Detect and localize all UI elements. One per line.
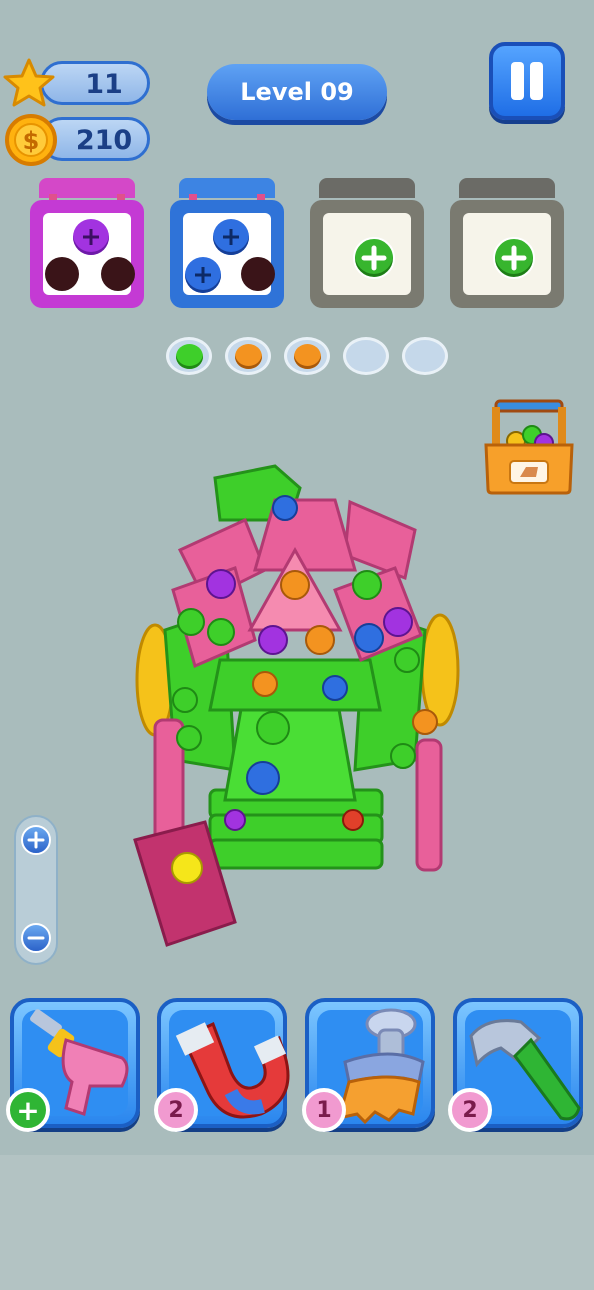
screw-box-blue bbox=[170, 174, 284, 310]
tray-slot-empty bbox=[343, 337, 389, 375]
screw-green bbox=[176, 344, 203, 369]
screw-puzzle-object[interactable] bbox=[125, 460, 465, 950]
add-box-icon[interactable] bbox=[493, 237, 535, 279]
screw-blue[interactable] bbox=[213, 219, 249, 255]
tray-slot bbox=[284, 337, 330, 375]
empty-hole bbox=[45, 257, 79, 291]
tray-slot-empty bbox=[402, 337, 448, 375]
empty-hole bbox=[241, 257, 275, 291]
screw-purple[interactable] bbox=[73, 219, 109, 255]
magnet-count-badge: 2 bbox=[154, 1088, 198, 1132]
screw-orange bbox=[294, 344, 321, 369]
pause-button[interactable] bbox=[489, 42, 565, 120]
level-title: Level 09 bbox=[207, 64, 387, 120]
screw-blue[interactable] bbox=[185, 257, 221, 293]
star-icon bbox=[3, 58, 55, 107]
screw-orange bbox=[235, 344, 262, 369]
drill-add-badge[interactable]: + bbox=[6, 1088, 50, 1132]
tray-slot bbox=[225, 337, 271, 375]
bottom-area bbox=[0, 1155, 594, 1290]
add-box-icon[interactable] bbox=[353, 237, 395, 279]
tray-slot bbox=[166, 337, 212, 375]
brush-count-badge: 1 bbox=[302, 1088, 346, 1132]
locked-box[interactable] bbox=[310, 174, 424, 310]
zoom-slider[interactable] bbox=[14, 815, 58, 965]
star-count: 11 bbox=[85, 69, 123, 100]
hammer-count-badge: 2 bbox=[448, 1088, 492, 1132]
zoom-in-button[interactable] bbox=[21, 825, 51, 855]
svg-text:$: $ bbox=[23, 127, 40, 155]
empty-hole bbox=[101, 257, 135, 291]
locked-box[interactable] bbox=[450, 174, 564, 310]
zoom-out-button[interactable] bbox=[21, 923, 51, 953]
coin-icon: $ bbox=[5, 114, 57, 166]
screw-box-purple bbox=[30, 174, 144, 310]
toolbox-icon[interactable] bbox=[480, 397, 578, 497]
coin-count: 210 bbox=[75, 125, 133, 156]
star-counter: 11 bbox=[40, 61, 150, 105]
